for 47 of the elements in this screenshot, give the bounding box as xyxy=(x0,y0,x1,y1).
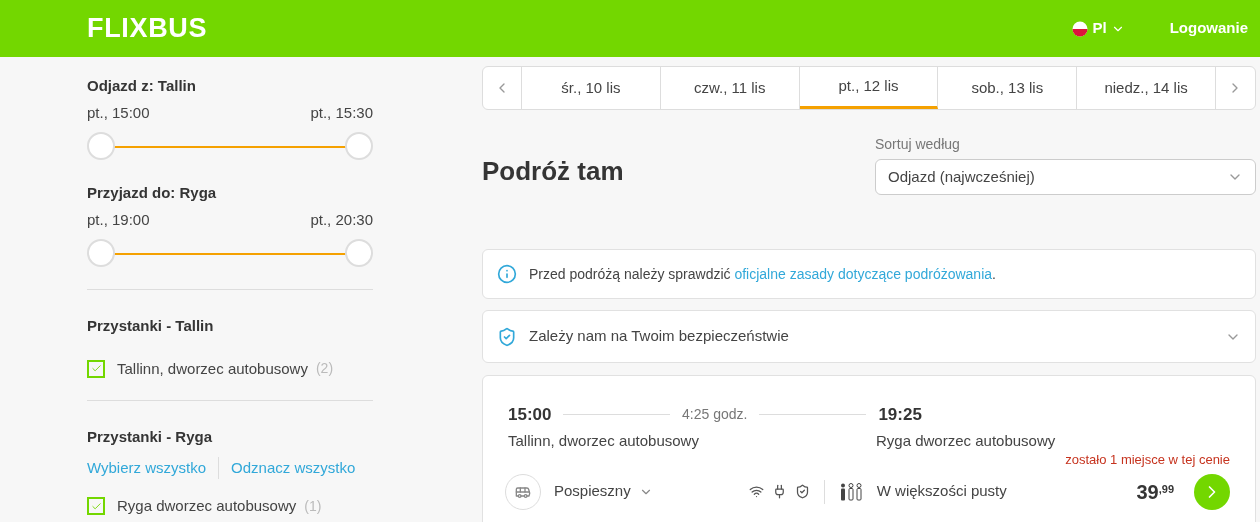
departure-stop: Tallinn, dworzec autobusowy xyxy=(508,430,700,451)
filter-title: Przyjazd do: Ryga xyxy=(87,183,217,203)
stop-checkbox[interactable] xyxy=(87,497,105,516)
time-label: pt., 19:00 xyxy=(87,209,150,230)
slider-thumb[interactable] xyxy=(87,239,115,267)
passengers-icon xyxy=(838,482,863,501)
arrival-stop: Ryga dworzec autobusowy xyxy=(876,430,1056,451)
page-heading: Podróż tam xyxy=(482,155,624,188)
date-tab[interactable]: sob., 13 lis xyxy=(938,67,1078,109)
date-tab[interactable]: pt., 12 lis xyxy=(799,67,939,109)
trip-duration: 4:25 godz. xyxy=(681,405,749,425)
shield-icon xyxy=(794,484,810,499)
date-tab[interactable]: śr., 10 lis xyxy=(522,67,661,109)
stop-label: Ryga dworzec autobusowy xyxy=(117,496,297,516)
sort-label: Sortuj według xyxy=(875,135,960,154)
stop-count: (2) xyxy=(315,359,334,379)
stop-checkbox[interactable] xyxy=(87,359,105,378)
select-trip-button[interactable] xyxy=(1194,473,1230,510)
arrival-time: 19:25 xyxy=(878,404,922,426)
range-slider[interactable] xyxy=(87,239,373,269)
bus-type-dropdown[interactable]: Pospieszny xyxy=(554,480,653,503)
slider-thumb[interactable] xyxy=(345,239,373,267)
check-icon xyxy=(90,500,102,512)
stop-label: Tallinn, dworzec autobusowy xyxy=(117,358,308,379)
departure-time: 15:00 xyxy=(508,404,553,426)
slider-thumb[interactable] xyxy=(87,132,115,160)
shield-icon xyxy=(497,326,517,347)
range-slider[interactable] xyxy=(87,132,373,162)
notice-text: Przed podróżą należy sprawdzić oficjalne zasady dotyczące podróżowania. xyxy=(529,264,996,284)
stop-count: (1) xyxy=(304,496,322,516)
wifi-icon xyxy=(748,484,764,499)
safety-panel[interactable]: Zależy nam na Twoim bezpieczeństwie xyxy=(482,310,1256,363)
filter-title: Odjazd z: Tallin xyxy=(87,76,196,96)
sort-dropdown[interactable]: Odjazd (najwcześniej) xyxy=(875,159,1256,195)
flag-icon xyxy=(1072,20,1089,37)
filter-title: Przystanki - Ryga xyxy=(87,427,213,447)
date-tab[interactable]: czw., 11 lis xyxy=(660,67,800,109)
info-icon xyxy=(497,264,517,284)
date-tab[interactable]: niedz., 14 lis xyxy=(1077,67,1216,109)
time-label: pt., 15:30 xyxy=(310,102,373,123)
time-label: pt., 15:00 xyxy=(87,102,150,123)
filter-title: Przystanki - Tallin xyxy=(87,316,214,336)
occupancy-label: W większości pusty xyxy=(876,481,1007,502)
price: 39$^{,99}$ xyxy=(1136,479,1174,505)
seats-warning: zostało 1 miejsce w tej cenie xyxy=(1065,451,1230,469)
slider-thumb[interactable] xyxy=(345,132,373,160)
time-label: pt., 20:30 xyxy=(310,209,373,230)
